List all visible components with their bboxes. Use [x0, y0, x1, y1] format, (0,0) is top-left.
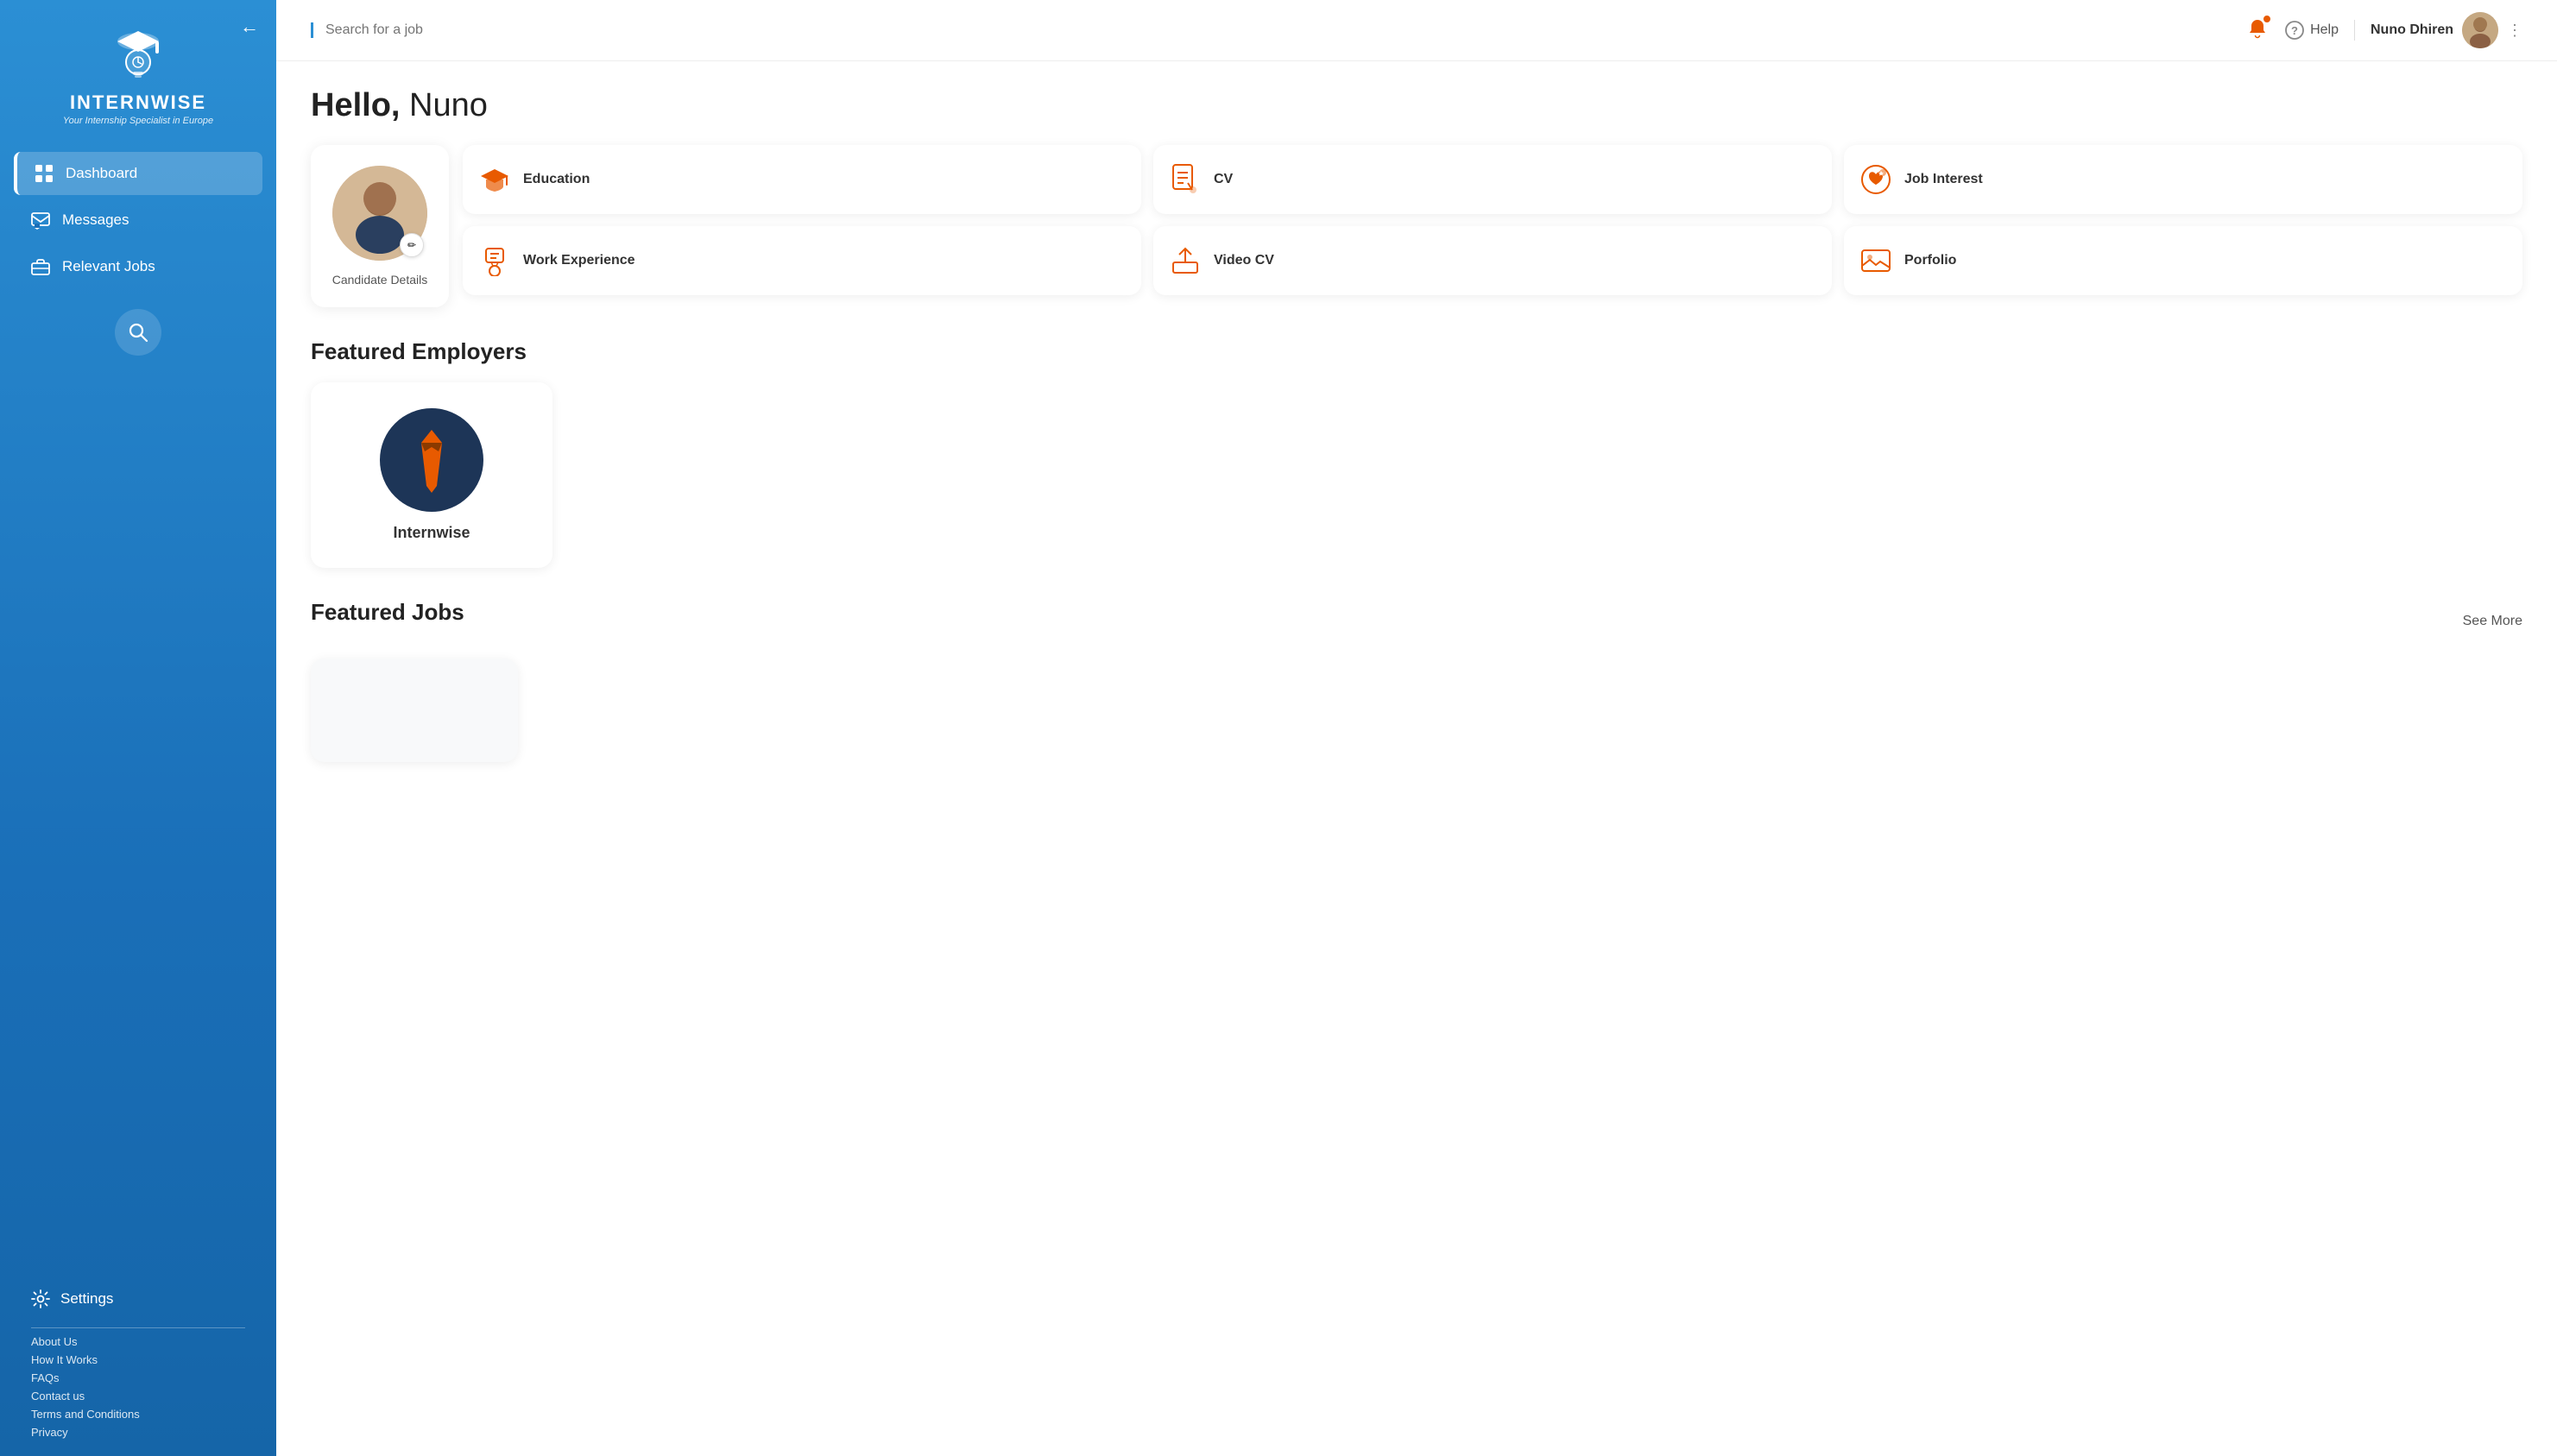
- sidebar-link-how-it-works[interactable]: How It Works: [31, 1353, 245, 1366]
- settings-icon: [31, 1289, 50, 1308]
- sidebar-link-contact[interactable]: Contact us: [31, 1390, 245, 1402]
- help-icon: ?: [2284, 20, 2305, 41]
- search-icon: [127, 321, 149, 344]
- grid-icon: [35, 164, 54, 183]
- employer-card-internwise[interactable]: Internwise: [311, 382, 552, 568]
- user-avatar: [2462, 12, 2498, 48]
- candidate-details-card[interactable]: ✏ Candidate Details: [311, 145, 449, 307]
- feature-cards-grid: Education CV: [463, 145, 2522, 295]
- profile-edit-button[interactable]: ✏: [400, 233, 424, 257]
- sidebar-item-dashboard[interactable]: Dashboard: [14, 152, 262, 195]
- video-cv-card[interactable]: Video CV: [1153, 226, 1832, 295]
- document-icon: [1171, 164, 1200, 195]
- sidebar-link-faqs[interactable]: FAQs: [31, 1371, 245, 1384]
- sidebar-item-messages[interactable]: Messages: [14, 199, 262, 242]
- heart-star-icon: [1860, 164, 1891, 195]
- svg-text:?: ?: [2291, 24, 2298, 37]
- user-menu-icon[interactable]: ⋮: [2507, 22, 2522, 40]
- search-input[interactable]: [325, 22, 2229, 38]
- logo-area: INTERNWISE Your Internship Specialist in…: [63, 17, 213, 126]
- sidebar-divider: [31, 1327, 245, 1328]
- sidebar-link-about[interactable]: About Us: [31, 1335, 245, 1348]
- sidebar-messages-label: Messages: [62, 211, 129, 229]
- jobs-row: [311, 659, 2522, 762]
- sidebar-links: About Us How It Works FAQs Contact us Te…: [14, 1335, 262, 1439]
- featured-employers-title: Featured Employers: [311, 338, 2522, 365]
- notification-dot: [2262, 14, 2272, 24]
- user-name: Nuno Dhiren: [2371, 22, 2453, 38]
- settings-label: Settings: [60, 1290, 113, 1308]
- header: ? Help Nuno Dhiren ⋮: [276, 0, 2557, 61]
- logo-text: INTERNWISE: [70, 91, 206, 114]
- image-icon: [1860, 245, 1891, 276]
- sidebar-relevant-jobs-label: Relevant Jobs: [62, 258, 155, 275]
- candidate-details-label: Candidate Details: [332, 273, 428, 287]
- work-experience-icon: [478, 245, 511, 276]
- video-cv-label: Video CV: [1214, 253, 1274, 268]
- back-button[interactable]: ←: [240, 16, 259, 38]
- sidebar-settings[interactable]: Settings: [14, 1277, 262, 1320]
- tie-icon: [406, 425, 458, 495]
- user-avatar-image: [2462, 12, 2498, 48]
- sidebar-link-terms[interactable]: Terms and Conditions: [31, 1408, 245, 1421]
- header-divider: [2354, 20, 2355, 41]
- profile-avatar-wrap: ✏: [332, 166, 427, 261]
- user-info[interactable]: Nuno Dhiren ⋮: [2371, 12, 2522, 48]
- featured-jobs-title: Featured Jobs: [311, 599, 464, 626]
- main-content: ? Help Nuno Dhiren ⋮: [276, 0, 2557, 1456]
- cv-label: CV: [1214, 172, 1233, 187]
- work-experience-card[interactable]: Work Experience: [463, 226, 1141, 295]
- see-more-button[interactable]: See More: [2463, 614, 2522, 629]
- notification-bell[interactable]: [2246, 17, 2269, 44]
- sidebar-search-area: [0, 309, 276, 356]
- job-interest-card[interactable]: Job Interest: [1844, 145, 2522, 214]
- sidebar-link-privacy[interactable]: Privacy: [31, 1426, 245, 1439]
- profile-cards-row: ✏ Candidate Details Educatio: [311, 145, 2522, 307]
- job-interest-icon: [1859, 164, 1892, 195]
- portfolio-icon: [1859, 245, 1892, 276]
- greeting: Hello, Nuno: [311, 87, 2522, 124]
- work-experience-label: Work Experience: [523, 253, 635, 268]
- job-interest-label: Job Interest: [1904, 172, 1983, 187]
- portfolio-label: Porfolio: [1904, 253, 1956, 268]
- briefcase-icon: [31, 257, 50, 276]
- employer-name: Internwise: [393, 524, 470, 542]
- greeting-light: Nuno: [400, 87, 487, 123]
- portfolio-card[interactable]: Porfolio: [1844, 226, 2522, 295]
- sidebar-nav: Dashboard Messages Relevant Jobs: [0, 152, 276, 292]
- employers-row: Internwise: [311, 382, 2522, 568]
- job-card-placeholder[interactable]: [311, 659, 518, 762]
- graduation-cap-icon: [479, 164, 510, 195]
- sidebar-bottom: Settings About Us How It Works FAQs Cont…: [0, 1277, 276, 1439]
- education-label: Education: [523, 172, 590, 187]
- sidebar-dashboard-label: Dashboard: [66, 165, 137, 182]
- pencil-icon: ✏: [407, 239, 416, 251]
- help-label: Help: [2310, 22, 2339, 38]
- greeting-bold: Hello,: [311, 87, 400, 123]
- logo-subtitle: Your Internship Specialist in Europe: [63, 116, 213, 126]
- cv-icon: [1169, 164, 1202, 195]
- cv-card[interactable]: CV: [1153, 145, 1832, 214]
- sidebar: ← INTERNWISE Your Internship Specialist …: [0, 0, 276, 1456]
- logo-icon: [104, 17, 173, 86]
- featured-jobs-header: Featured Jobs See More: [311, 599, 2522, 643]
- content-area: Hello, Nuno ✏: [276, 61, 2557, 788]
- sidebar-item-relevant-jobs[interactable]: Relevant Jobs: [14, 245, 262, 288]
- video-cv-icon: [1169, 245, 1202, 276]
- messages-icon: [31, 211, 50, 230]
- upload-icon: [1170, 245, 1201, 276]
- search-bar[interactable]: [311, 22, 2229, 38]
- education-card[interactable]: Education: [463, 145, 1141, 214]
- header-right: ? Help Nuno Dhiren ⋮: [2246, 12, 2522, 48]
- education-icon: [478, 164, 511, 195]
- help-button[interactable]: ? Help: [2284, 20, 2339, 41]
- medal-icon: [479, 245, 510, 276]
- sidebar-search-button[interactable]: [115, 309, 161, 356]
- employer-logo: [380, 408, 483, 512]
